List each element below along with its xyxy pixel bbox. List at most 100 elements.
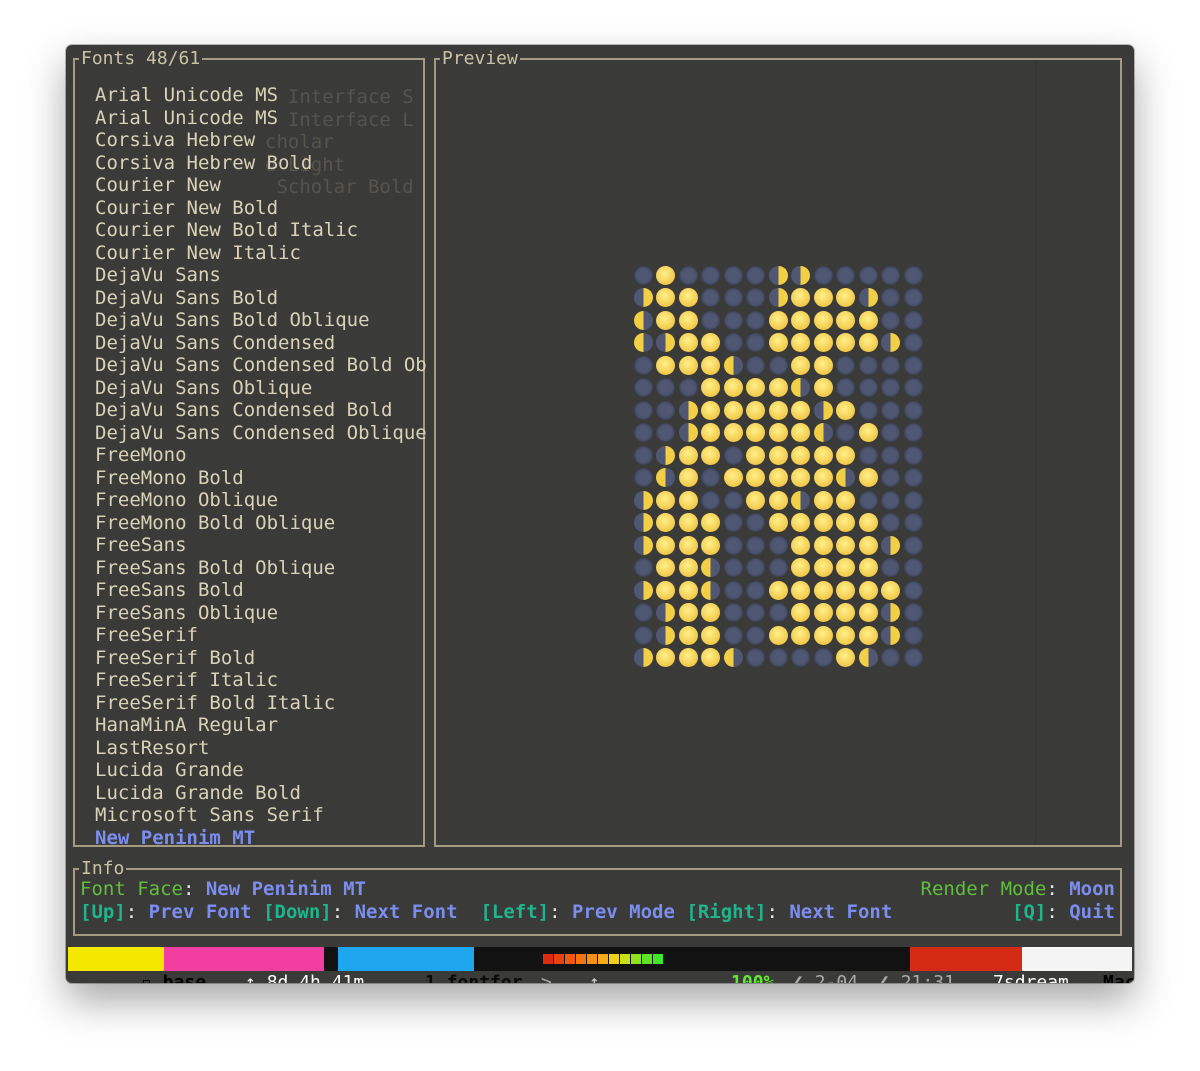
font-list-item[interactable]: FreeSans Oblique bbox=[95, 602, 427, 625]
font-list-item[interactable]: FreeSerif Bold bbox=[95, 647, 427, 670]
moon-glyph bbox=[836, 468, 855, 487]
moon-glyph bbox=[678, 535, 698, 555]
moon-glyph bbox=[678, 558, 698, 577]
session-segment[interactable]: ▫ base bbox=[68, 947, 206, 983]
moon-glyph bbox=[768, 648, 788, 667]
moon-glyph bbox=[881, 265, 900, 285]
font-list-item[interactable]: FreeSerif Italic bbox=[95, 669, 427, 692]
font-list-item[interactable]: DejaVu Sans bbox=[95, 264, 427, 287]
font-list-item[interactable]: Courier New bbox=[95, 174, 427, 197]
moon-glyph bbox=[903, 333, 923, 352]
moon-glyph bbox=[746, 445, 765, 465]
font-list-item[interactable]: DejaVu Sans Bold bbox=[95, 287, 427, 310]
font-list-item[interactable]: HanaMinA Regular bbox=[95, 714, 427, 737]
font-list-item[interactable]: LastResort bbox=[95, 737, 427, 760]
font-list-item[interactable]: Corsiva Hebrew Bold bbox=[95, 152, 427, 175]
key-left[interactable]: [Left] bbox=[480, 901, 549, 923]
font-list-item[interactable]: New Peninim MT bbox=[95, 827, 427, 850]
moon-glyph bbox=[678, 445, 698, 465]
moon-glyph bbox=[746, 378, 765, 397]
moon-glyph bbox=[746, 580, 765, 600]
font-list-item[interactable]: Lucida Grande bbox=[95, 759, 427, 782]
font-list-item[interactable]: Courier New Bold bbox=[95, 197, 427, 220]
moon-glyph bbox=[791, 445, 810, 465]
font-list-item[interactable]: DejaVu Sans Oblique bbox=[95, 377, 427, 400]
moon-glyph bbox=[678, 288, 698, 307]
font-list-item[interactable]: DejaVu Sans Condensed Oblique bbox=[95, 422, 427, 445]
font-list[interactable]: Arial Unicode MS Arial Unicode MS Corsiva … bbox=[95, 84, 427, 849]
key-quit-action: Quit bbox=[1069, 901, 1115, 923]
moon-glyph bbox=[746, 423, 765, 442]
moon-glyph bbox=[656, 513, 675, 532]
font-list-item[interactable]: FreeSans Bold bbox=[95, 579, 427, 602]
moon-glyph bbox=[903, 648, 923, 667]
moon-glyph bbox=[881, 513, 900, 532]
font-list-item[interactable]: FreeMono Oblique bbox=[95, 489, 427, 512]
moon-glyph bbox=[836, 535, 855, 555]
moon-glyph bbox=[633, 265, 653, 285]
host-segment: Macbook bbox=[1022, 947, 1134, 983]
key-up[interactable]: [Up] bbox=[80, 901, 126, 923]
key-down[interactable]: [Down] bbox=[263, 901, 332, 923]
font-list-item[interactable]: DejaVu Sans Condensed bbox=[95, 332, 427, 355]
moon-glyph bbox=[903, 445, 923, 465]
moon-glyph bbox=[858, 580, 878, 600]
moon-glyph bbox=[858, 265, 878, 285]
moon-glyph bbox=[701, 288, 720, 307]
font-list-item[interactable]: DejaVu Sans Bold Oblique bbox=[95, 309, 427, 332]
moon-glyph bbox=[858, 423, 878, 442]
font-list-item[interactable]: DejaVu Sans Condensed Bold bbox=[95, 399, 427, 422]
moon-glyph bbox=[656, 603, 675, 622]
font-list-item[interactable]: FreeSans bbox=[95, 534, 427, 557]
moon-glyph bbox=[656, 468, 675, 487]
moon-glyph bbox=[881, 468, 900, 487]
window-segment[interactable]: 1 fontfor bbox=[338, 947, 523, 983]
font-list-item[interactable]: DejaVu Sans Condensed Bold Ob bbox=[95, 354, 427, 377]
tmux-status-bar: ▫ base ↑ 8d 4h 41m 1 fontfor > ↑ 100% ❮ … bbox=[68, 947, 1134, 983]
font-list-item[interactable]: FreeMono Bold Oblique bbox=[95, 512, 427, 535]
font-list-item[interactable]: Arial Unicode MS bbox=[95, 84, 427, 107]
font-list-item[interactable]: FreeSerif bbox=[95, 624, 427, 647]
moon-glyph bbox=[746, 468, 765, 487]
font-list-item[interactable]: FreeMono Bold bbox=[95, 467, 427, 490]
moon-glyph bbox=[813, 310, 833, 330]
font-list-item[interactable]: Lucida Grande Bold bbox=[95, 782, 427, 805]
moon-glyph bbox=[723, 648, 743, 667]
battery-cell bbox=[565, 954, 575, 964]
moon-glyph bbox=[881, 648, 900, 667]
font-list-item[interactable]: Arial Unicode MS bbox=[95, 107, 427, 130]
moon-glyph bbox=[633, 355, 653, 375]
moon-glyph bbox=[791, 355, 810, 375]
uptime-text: ↑ 8d 4h 41m bbox=[245, 972, 365, 983]
moon-glyph bbox=[723, 580, 743, 600]
moon-glyph bbox=[746, 400, 765, 420]
font-list-item[interactable]: Courier New Italic bbox=[95, 242, 427, 265]
moon-glyph bbox=[746, 648, 765, 667]
key-right-action: Next Font bbox=[789, 901, 893, 923]
moon-glyph bbox=[881, 400, 900, 420]
moon-glyph bbox=[678, 378, 698, 397]
font-list-item[interactable]: FreeMono bbox=[95, 444, 427, 467]
key-right[interactable]: [Right] bbox=[686, 901, 766, 923]
moon-glyph bbox=[633, 468, 653, 487]
battery-cell bbox=[576, 954, 586, 964]
moon-glyph bbox=[678, 648, 698, 667]
moon-glyph bbox=[903, 400, 923, 420]
moon-glyph bbox=[768, 355, 788, 375]
font-list-item[interactable]: Microsoft Sans Serif bbox=[95, 804, 427, 827]
moon-glyph bbox=[791, 468, 810, 487]
font-list-item[interactable]: Corsiva Hebrew bbox=[95, 129, 427, 152]
font-list-item[interactable]: FreeSans Bold Oblique bbox=[95, 557, 427, 580]
moon-glyph bbox=[903, 288, 923, 307]
font-list-item[interactable]: FreeSerif Bold Italic bbox=[95, 692, 427, 715]
moon-glyph bbox=[633, 603, 653, 622]
moon-glyph bbox=[768, 445, 788, 465]
moon-glyph bbox=[768, 288, 788, 307]
font-list-item[interactable]: Courier New Bold Italic bbox=[95, 219, 427, 242]
moon-glyph bbox=[656, 288, 675, 307]
info-title: Info bbox=[79, 858, 127, 880]
uptime-segment: ↑ 8d 4h 41m bbox=[164, 947, 364, 983]
key-quit[interactable]: [Q] bbox=[1012, 901, 1046, 923]
moon-glyph bbox=[791, 490, 810, 510]
moon-glyph bbox=[701, 648, 720, 667]
